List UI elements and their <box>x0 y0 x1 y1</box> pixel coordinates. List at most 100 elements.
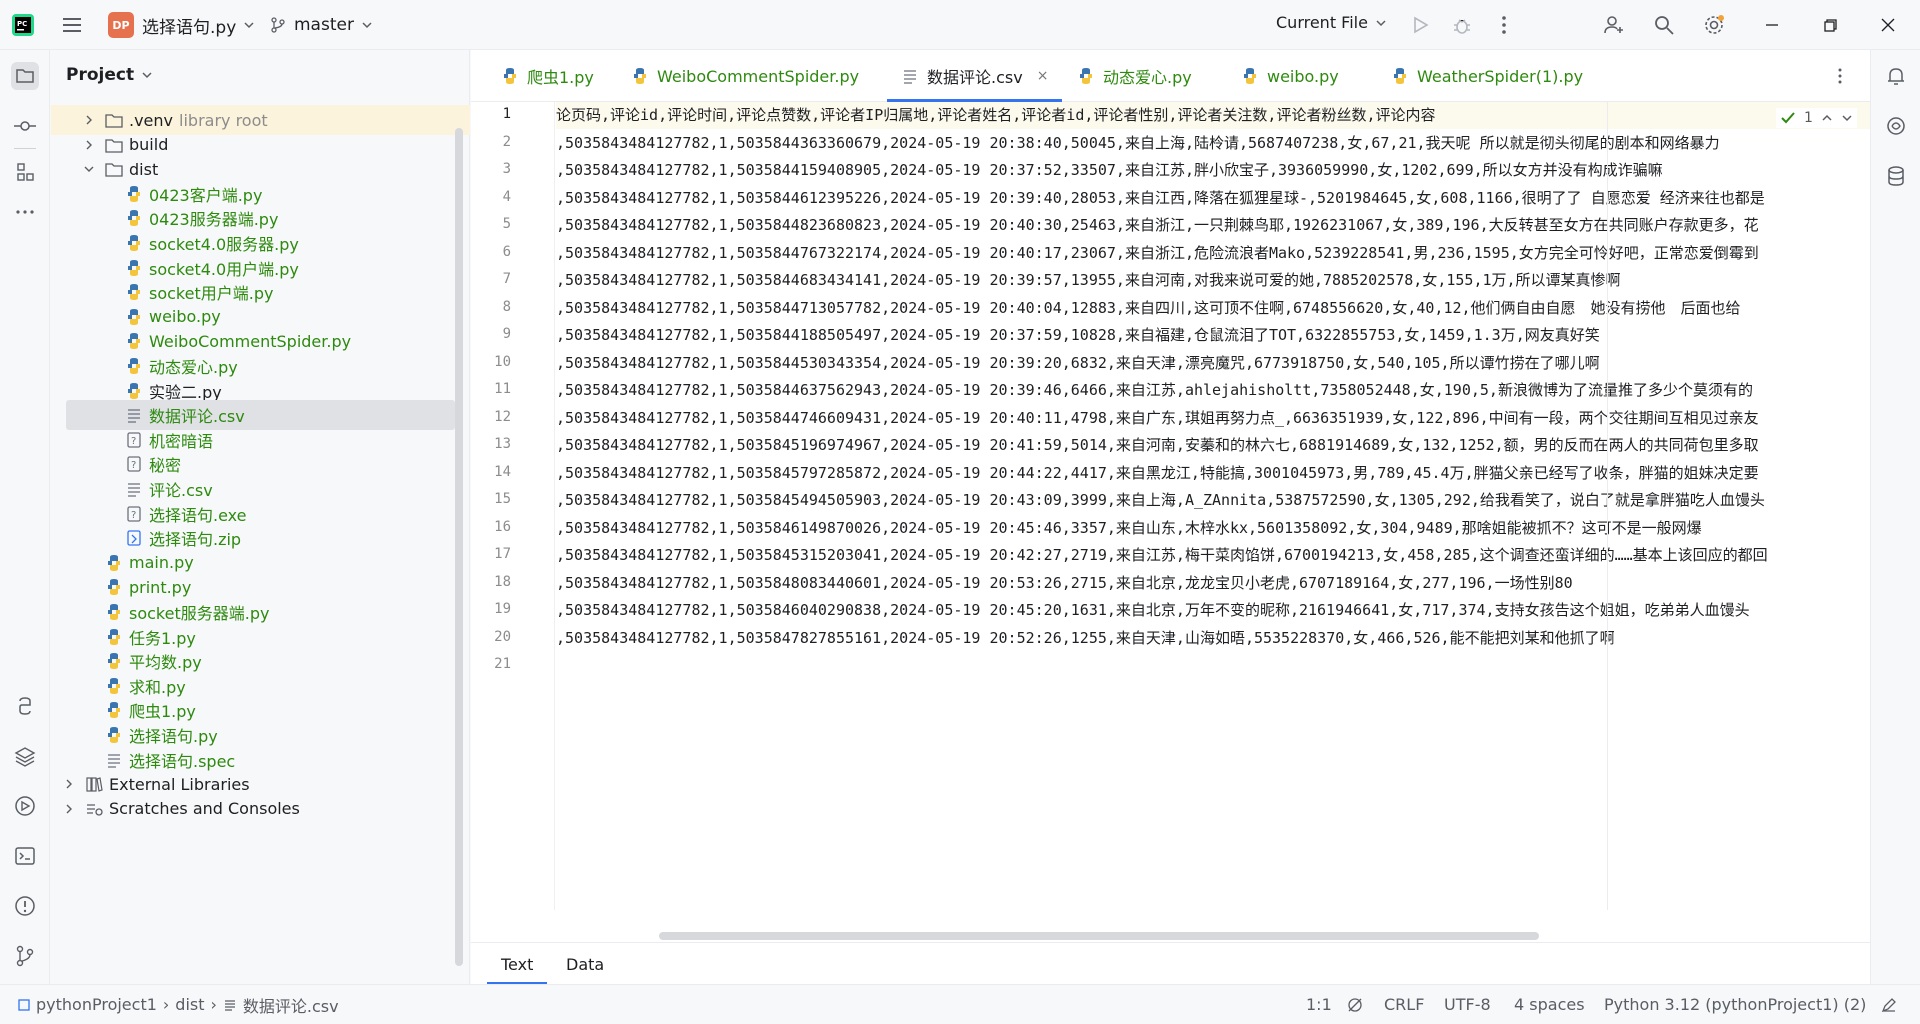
tree-item[interactable]: Scratches and Consoles <box>51 794 455 824</box>
read-only-toggle[interactable] <box>1880 985 1898 1024</box>
chevron-right-icon[interactable] <box>81 137 97 153</box>
commit-icon[interactable] <box>11 112 39 140</box>
breadcrumb-file[interactable]: 数据评论.csv <box>243 993 339 1017</box>
branch-icon <box>271 17 285 33</box>
ai-assistant-icon[interactable] <box>1882 112 1910 140</box>
line-number: 19 <box>494 601 511 617</box>
structure-icon[interactable] <box>11 158 39 186</box>
code-text-area[interactable]: 论页码,评论id,评论时间,评论点赞数,评论者IP归属地,评论者姓名,评论者id… <box>556 102 1870 910</box>
problems-icon[interactable] <box>11 892 39 920</box>
project-badge: DP <box>108 12 134 38</box>
line-number: 7 <box>502 271 511 287</box>
editor-tab[interactable]: 爬虫1.py <box>501 50 594 102</box>
editor-tab-label: 爬虫1.py <box>527 68 594 87</box>
caret-position-label: 1:1 <box>1306 995 1332 1014</box>
inspection-count: 1 <box>1804 110 1813 126</box>
database-icon[interactable] <box>1882 162 1910 190</box>
close-window-icon[interactable] <box>1876 13 1900 37</box>
line-separator[interactable]: CRLF <box>1384 985 1424 1024</box>
main-menu-icon[interactable] <box>60 13 84 37</box>
more-tabs-icon[interactable] <box>1830 66 1850 86</box>
chevron-right-icon[interactable] <box>81 112 97 128</box>
terminal-icon[interactable] <box>11 842 39 870</box>
breadcrumb-folder[interactable]: dist <box>175 995 204 1014</box>
editor-tab[interactable]: 动态爱心.py <box>1077 50 1192 102</box>
vcs-branch-switcher[interactable]: master <box>270 11 372 39</box>
git-icon[interactable] <box>11 942 39 970</box>
title-bar: PC DP 选择语句.py master Current File <box>0 0 1920 50</box>
editor-tab[interactable]: WeatherSpider(1).py <box>1391 50 1583 102</box>
more-actions-icon[interactable] <box>1492 13 1516 37</box>
python-packages-icon[interactable] <box>11 692 39 720</box>
tree-item-label: Scratches and Consoles <box>109 799 300 819</box>
run-icon[interactable] <box>1408 13 1432 37</box>
editor-tab[interactable]: weibo.py <box>1241 50 1339 102</box>
settings-gear-icon[interactable] <box>1702 13 1726 37</box>
indent-setting[interactable]: 4 spaces <box>1514 985 1585 1024</box>
minimize-icon[interactable] <box>1760 13 1784 37</box>
python-interpreter[interactable]: Python 3.12 (pythonProject1) (2) <box>1604 985 1866 1024</box>
vertical-scrollbar[interactable] <box>455 128 463 966</box>
file-encoding[interactable]: UTF-8 <box>1444 985 1491 1024</box>
services-icon[interactable] <box>11 792 39 820</box>
project-folder-icon[interactable] <box>11 62 39 90</box>
line-number: 15 <box>494 491 511 507</box>
tree-item-label: 选择语句.exe <box>149 505 247 525</box>
search-icon[interactable] <box>1652 13 1676 37</box>
code-line: ,5035843484127782,1,5035844713057782,202… <box>556 298 1741 317</box>
python-file-icon <box>125 332 143 350</box>
restore-window-icon[interactable] <box>1818 13 1842 37</box>
chevron-right-icon[interactable] <box>61 801 77 817</box>
inspection-widget[interactable]: 1 <box>1776 108 1857 128</box>
chevron-up-icon[interactable] <box>1821 112 1833 124</box>
text-file-icon <box>125 406 143 424</box>
code-line: ,5035843484127782,1,5035845315203041,202… <box>556 546 1768 564</box>
more-tool-windows-icon[interactable] <box>11 198 39 226</box>
close-tab-icon[interactable]: × <box>1037 68 1049 84</box>
chevron-down-icon <box>142 72 152 79</box>
module-icon <box>18 998 30 1011</box>
line-number: 10 <box>494 353 511 370</box>
run-configuration-selector[interactable]: Current File <box>1276 13 1386 32</box>
code-line: ,5035843484127782,1,5035846149870026,202… <box>556 518 1702 537</box>
editor-tabs: 爬虫1.py WeiboCommentSpider.py 数据评论.csv × 动态爱心… <box>471 50 1870 102</box>
python-file-icon <box>125 283 143 301</box>
chevron-down-icon[interactable] <box>81 161 97 177</box>
line-number: 2 <box>502 133 511 150</box>
tab-data-view[interactable]: Data <box>566 943 604 985</box>
code-line: ,5035843484127782,1,5035844363360679,202… <box>556 133 1720 152</box>
tree-item-label: 0423客户端.py <box>149 185 263 205</box>
line-separator-label: CRLF <box>1384 995 1425 1014</box>
breadcrumb-project[interactable]: pythonProject1 <box>36 995 157 1014</box>
editor-tab-label: 数据评论.csv <box>927 68 1023 87</box>
text-file-icon <box>224 999 235 1011</box>
editor-tab[interactable]: WeiboCommentSpider.py <box>631 50 859 102</box>
tree-item-label: 选择语句.zip <box>149 530 242 550</box>
line-number: 16 <box>494 518 511 535</box>
code-line: ,5035843484127782,1,5035844612395226,202… <box>556 188 1765 207</box>
project-switcher[interactable]: DP 选择语句.py <box>108 11 254 39</box>
line-number: 13 <box>494 436 511 452</box>
text-file-icon <box>105 751 123 769</box>
layers-icon[interactable] <box>11 742 39 770</box>
inspection-ok-icon <box>1781 112 1795 124</box>
inspection-profile-widget[interactable] <box>1346 985 1364 1024</box>
text-file-icon <box>901 67 919 85</box>
code-line: ,5035843484127782,1,5035844746609431,202… <box>556 408 1759 427</box>
tab-text-view[interactable]: Text <box>486 943 548 985</box>
add-user-icon[interactable] <box>1602 13 1626 37</box>
caret-position[interactable]: 1:1 <box>1306 985 1332 1024</box>
chevron-down-icon[interactable] <box>1841 112 1853 124</box>
line-number: 6 <box>502 243 511 260</box>
project-view-selector[interactable]: Project <box>66 65 152 85</box>
editor-tab[interactable]: 数据评论.csv × <box>886 50 1063 102</box>
horizontal-scrollbar[interactable] <box>659 932 1539 940</box>
right-margin-guide <box>1607 102 1608 910</box>
project-name: 选择语句.py <box>142 17 237 38</box>
debug-icon[interactable] <box>1450 13 1474 37</box>
chevron-right-icon[interactable] <box>61 776 77 792</box>
code-line: ,5035843484127782,1,5035844188505497,202… <box>556 326 1600 344</box>
pycharm-logo-icon[interactable]: PC <box>12 14 34 36</box>
tree-item-label: 数据评论.csv <box>149 407 245 427</box>
notifications-bell-icon[interactable] <box>1882 62 1910 90</box>
